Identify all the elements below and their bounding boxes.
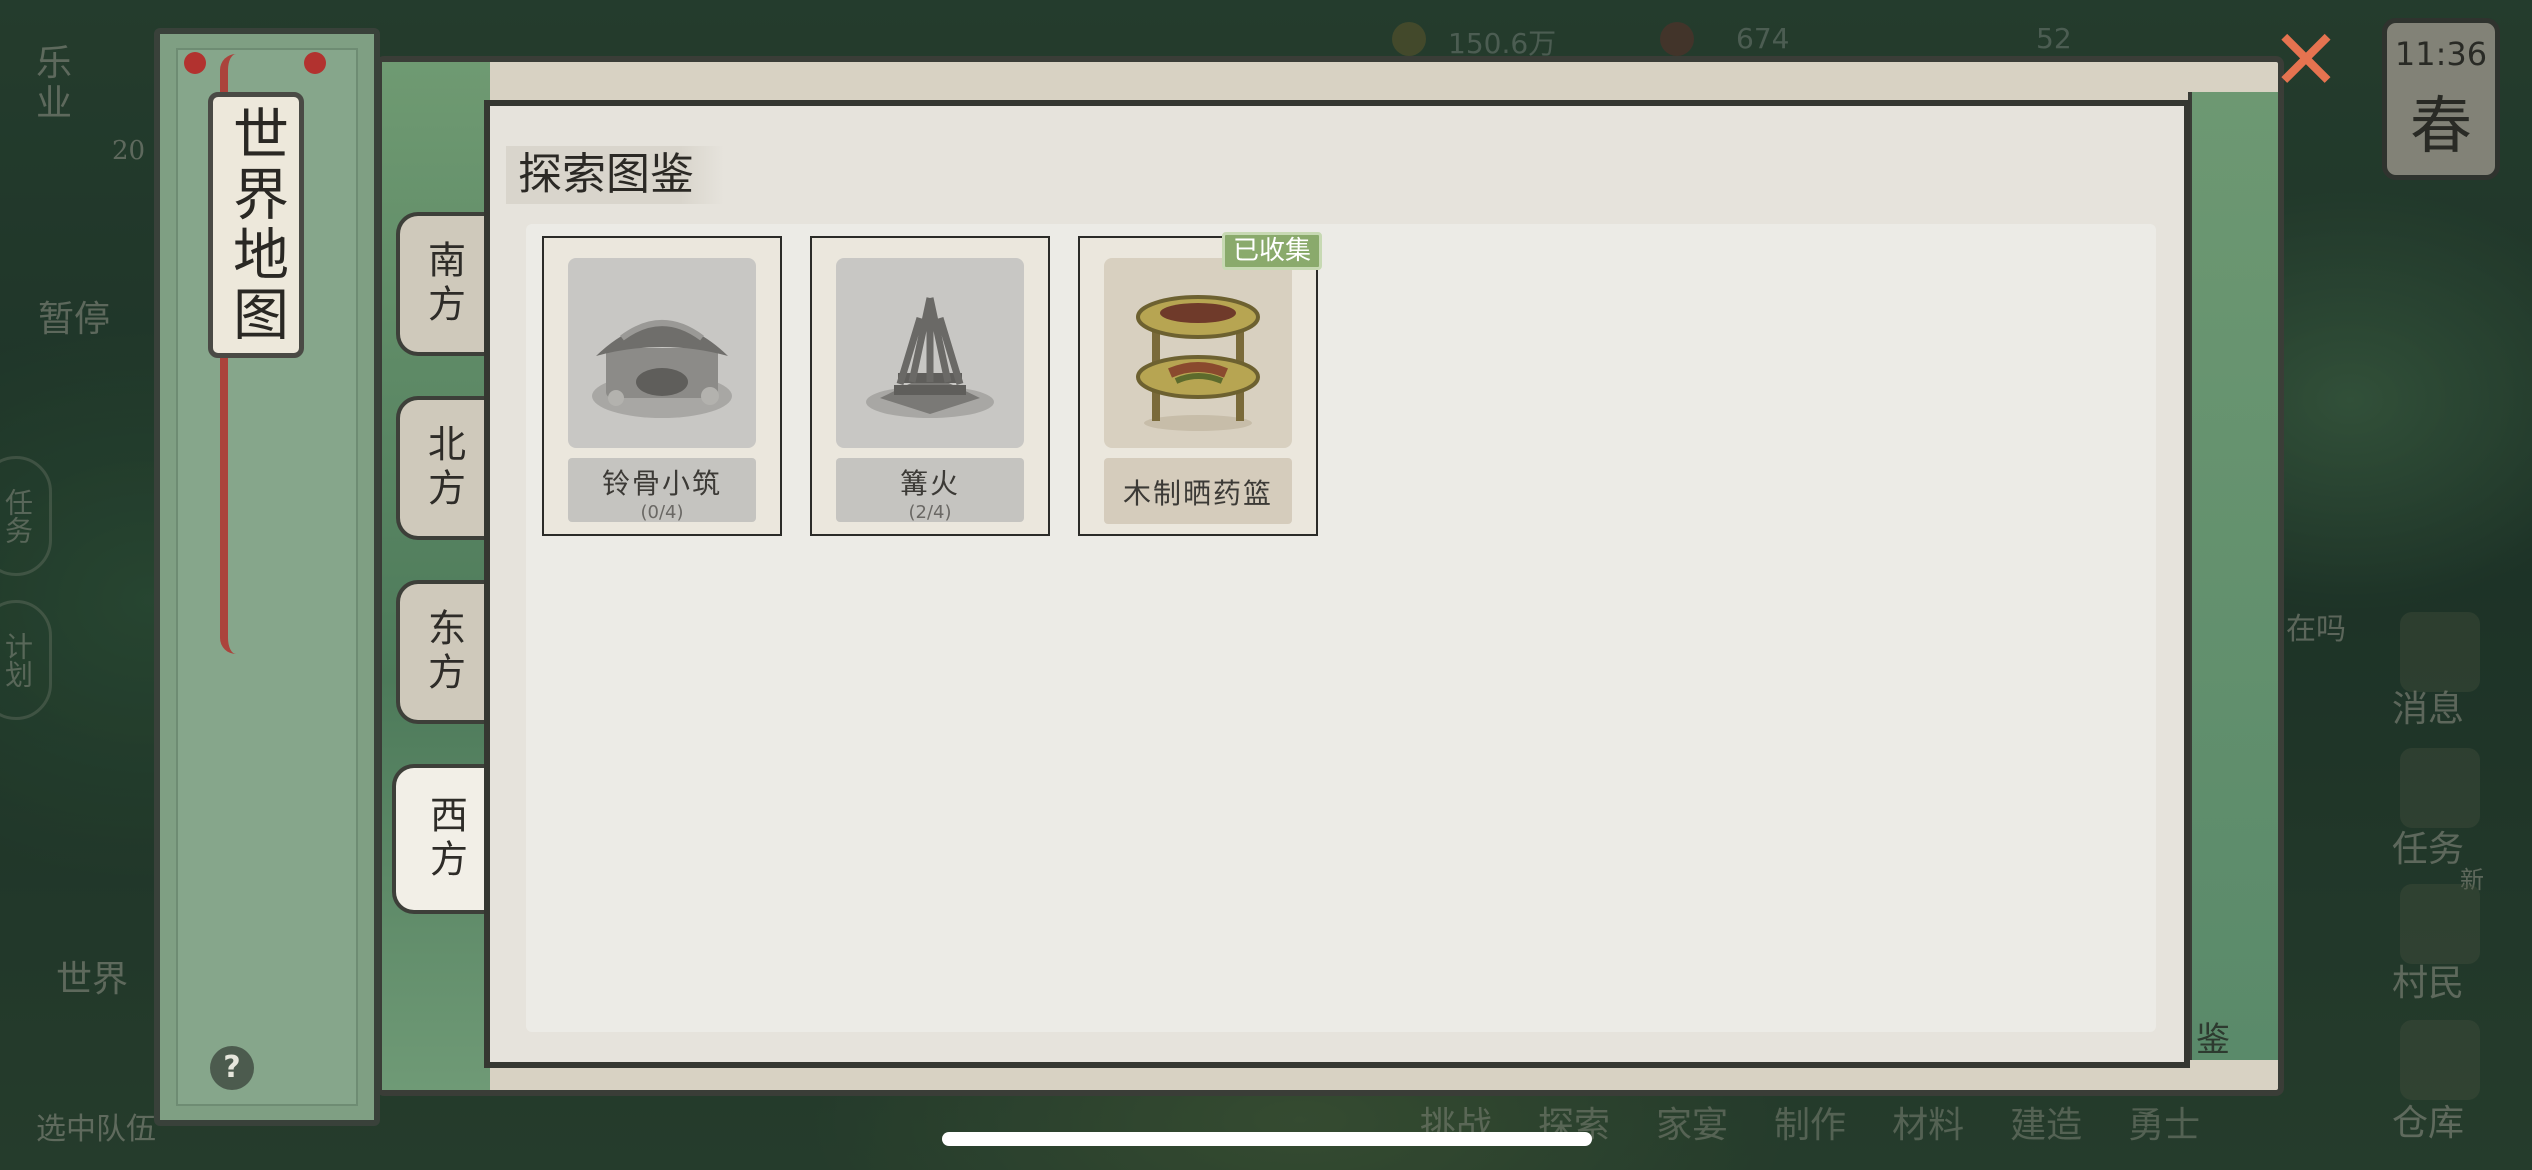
card-progress: (2/4) [908, 502, 952, 523]
herb-rack-icon [1104, 258, 1292, 448]
tab-west[interactable]: 西方 [392, 764, 496, 914]
catalog-card[interactable]: 篝火 (2/4) [810, 236, 1050, 536]
card-name: 铃骨小筑 [601, 467, 722, 500]
card-name: 篝火 [899, 467, 960, 500]
home-indicator[interactable] [942, 1132, 1592, 1146]
rope-knot-right [304, 52, 326, 74]
bonfire-icon [836, 258, 1024, 448]
help-button[interactable]: ? [210, 1046, 254, 1090]
card-name-box: 篝火 (2/4) [836, 458, 1024, 523]
page-title: 探索图鉴 [506, 146, 724, 204]
book-right-edge: 鉴 [2188, 92, 2278, 1060]
close-icon[interactable]: ✕ [2270, 18, 2342, 102]
card-name-box: 木制晒药篮 [1104, 458, 1292, 524]
book-cover: 世界地图 ? [154, 28, 380, 1126]
rope-knot-left [184, 52, 206, 74]
collected-badge: 已收集 [1221, 232, 1322, 270]
catalog-card[interactable]: 铃骨小筑 (0/4) [542, 236, 782, 536]
book-title: 世界地图 [208, 92, 304, 358]
tab-south[interactable]: 南方 [396, 212, 488, 356]
tab-north[interactable]: 北方 [396, 396, 488, 540]
catalog-corner-label: 鉴 [2196, 1020, 2230, 1060]
hut-icon [568, 258, 756, 448]
tab-east[interactable]: 东方 [396, 580, 488, 724]
card-name-box: 铃骨小筑 (0/4) [568, 458, 756, 523]
catalog-card[interactable]: 已收集 木制晒药篮 [1078, 232, 1322, 536]
card-name: 木制晒药篮 [1122, 477, 1273, 510]
card-progress: (0/4) [640, 502, 684, 523]
